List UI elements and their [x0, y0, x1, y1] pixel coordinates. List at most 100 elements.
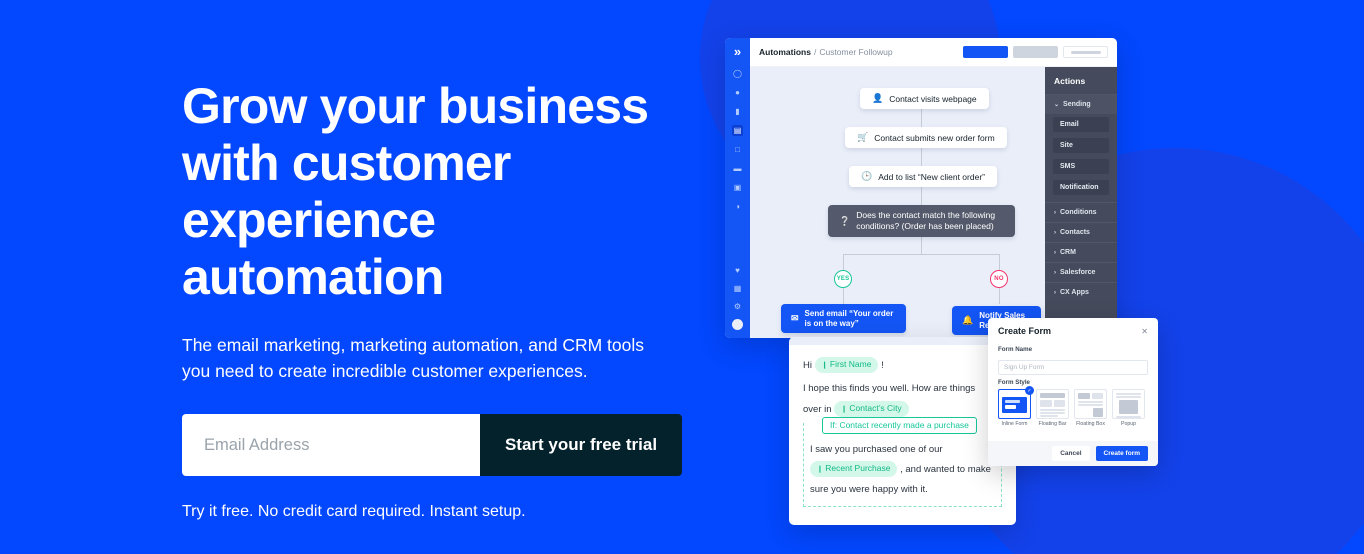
- app-main: Automations / Customer Followup 👤 Contac…: [750, 38, 1117, 338]
- style-label: Popup: [1120, 421, 1136, 427]
- conditional-content-block: If: Contact recently made a purchase I s…: [803, 417, 1002, 507]
- actions-item-site[interactable]: Site: [1053, 138, 1109, 153]
- automation-app-window: » ◯ ● ▮ ▤ □ ▬ ▣ ◑ ♥ ▦ ⚙ Automations / Cu…: [725, 38, 1117, 338]
- actions-item-email[interactable]: Email: [1053, 117, 1109, 132]
- breadcrumb-separator: /: [813, 47, 817, 57]
- actions-group-sending[interactable]: ⌄ Sending: [1045, 94, 1117, 114]
- actions-group-cx-apps[interactable]: › CX Apps: [1045, 282, 1117, 302]
- branch-badge-no: NO: [990, 270, 1008, 288]
- hero-subheadline: The email marketing, marketing automatio…: [182, 335, 645, 381]
- flow-node-label: Does the contact match the following con…: [856, 210, 996, 231]
- actions-group-label: CRM: [1060, 249, 1076, 256]
- breadcrumb-root[interactable]: Automations: [759, 47, 811, 57]
- form-style-label: Form Style: [998, 379, 1030, 386]
- conversations-icon[interactable]: ▬: [732, 163, 743, 174]
- flow-connector: [921, 148, 922, 166]
- flow-node-label: Contact submits new order form: [874, 132, 995, 143]
- modal-body: Form Name Form Style ✓ Inline Form: [988, 340, 1158, 441]
- chevron-right-icon: ›: [1054, 249, 1056, 256]
- heart-icon[interactable]: ♥: [732, 265, 743, 276]
- gear-icon[interactable]: ⚙: [732, 301, 743, 312]
- flow-connector: [921, 237, 922, 254]
- create-form-button[interactable]: Create form: [1095, 446, 1148, 461]
- style-label: Floating Bar: [1038, 421, 1067, 427]
- form-name-input[interactable]: [998, 360, 1148, 375]
- token-label: First Name: [829, 359, 872, 370]
- avatar[interactable]: [732, 319, 743, 330]
- clock-icon: 🕒: [861, 171, 873, 181]
- form-style-inline-form[interactable]: ✓ Inline Form: [998, 386, 1034, 427]
- actions-group-crm[interactable]: › CRM: [1045, 242, 1117, 262]
- branch-badge-yes: YES: [834, 270, 852, 288]
- create-form-modal: Create Form ✕ Form Name Form Style ✓ Inl…: [988, 318, 1158, 466]
- conditional-content-body: I saw you purchased one of our ❙ Recent …: [810, 440, 995, 500]
- actions-panel: Actions ⌄ Sending Email Site SMS Notific…: [1045, 67, 1117, 338]
- personalization-token-recent-purchase[interactable]: ❙ Recent Purchase: [810, 461, 898, 478]
- inline-form-thumbnail: ✓: [998, 386, 1034, 419]
- email-line-2-prefix: over in: [803, 404, 832, 415]
- personalization-token-first-name[interactable]: ❙ First Name: [814, 357, 879, 374]
- rail-bottom-group: ♥ ▦ ⚙: [725, 265, 750, 330]
- form-style-popup[interactable]: Popup: [1112, 389, 1145, 427]
- flow-node-condition[interactable]: ❔ Does the contact match the following c…: [828, 205, 1015, 237]
- brand-logo-icon[interactable]: »: [734, 45, 741, 59]
- email-greeting-line: Hi ❙ First Name !: [803, 355, 1002, 376]
- flow-node-send-email[interactable]: ✉ Send email “Your order is on the way”: [781, 304, 906, 333]
- flow-connector: [921, 109, 922, 127]
- cancel-button[interactable]: Cancel: [1052, 446, 1090, 461]
- actions-item-sms[interactable]: SMS: [1053, 159, 1109, 174]
- chevron-right-icon: ›: [1054, 229, 1056, 236]
- close-icon[interactable]: ✕: [1141, 327, 1148, 336]
- personalization-token-city[interactable]: ❙ Contact’s City: [834, 401, 909, 418]
- flow-connector: [843, 254, 844, 270]
- question-icon: ❔: [839, 215, 851, 226]
- chevron-down-icon: ⌄: [1054, 102, 1060, 108]
- start-free-trial-button[interactable]: Start your free trial: [480, 414, 682, 476]
- cond-line-3: sure you were happy with it.: [810, 484, 928, 495]
- apps-icon[interactable]: ▦: [732, 283, 743, 294]
- actions-group-contacts[interactable]: › Contacts: [1045, 222, 1117, 242]
- secondary-button[interactable]: [1013, 46, 1058, 58]
- actions-group-salesforce[interactable]: › Salesforce: [1045, 262, 1117, 282]
- email-body[interactable]: Hi ❙ First Name ! I hope this finds you …: [789, 345, 1016, 517]
- deals-icon[interactable]: ▣: [732, 182, 743, 193]
- trial-footnote: Try it free. No credit card required. In…: [182, 503, 526, 520]
- campaigns-icon[interactable]: □: [732, 144, 743, 155]
- form-name-label: Form Name: [998, 346, 1033, 353]
- automations-icon[interactable]: ▤: [732, 125, 743, 136]
- app-sidebar-rail: » ◯ ● ▮ ▤ □ ▬ ▣ ◑ ♥ ▦ ⚙: [725, 38, 750, 338]
- cart-icon: 🛒: [857, 132, 869, 142]
- actions-item-notification[interactable]: Notification: [1053, 180, 1109, 195]
- email-greeting-prefix: Hi: [803, 360, 812, 371]
- form-style-floating-bar[interactable]: Floating Bar: [1036, 389, 1069, 427]
- chevron-right-icon: ›: [1054, 289, 1056, 296]
- hero-section: Grow your business with customer experie…: [182, 78, 702, 521]
- token-label: Recent Purchase: [825, 463, 891, 474]
- breadcrumb: Automations / Customer Followup: [750, 38, 1117, 67]
- modal-footer: Cancel Create form: [988, 441, 1158, 466]
- popup-thumbnail: [1112, 389, 1145, 419]
- page-title: Grow your business with customer experie…: [182, 78, 649, 305]
- chevron-right-icon: ›: [1054, 209, 1056, 216]
- form-style-floating-box[interactable]: Floating Box: [1074, 389, 1107, 427]
- tertiary-button[interactable]: [1063, 46, 1108, 58]
- person-icon: 👤: [872, 93, 884, 103]
- flow-connector: [999, 288, 1000, 304]
- search-icon[interactable]: ◯: [732, 68, 743, 79]
- flow-node-add-to-list[interactable]: 🕒 Add to list “New client order”: [849, 166, 997, 187]
- email-composer-card: Hi ❙ First Name ! I hope this finds you …: [789, 337, 1016, 525]
- cond-line-2: ❙ Recent Purchase , and wanted to make: [810, 460, 995, 480]
- flow-connector: [999, 254, 1000, 270]
- token-label: Contact’s City: [849, 403, 902, 414]
- contacts-icon[interactable]: ●: [732, 87, 743, 98]
- actions-group-label: Contacts: [1060, 229, 1090, 236]
- primary-button[interactable]: [963, 46, 1008, 58]
- conditional-content-label[interactable]: If: Contact recently made a purchase: [822, 417, 977, 434]
- email-input[interactable]: [182, 414, 480, 476]
- email-icon[interactable]: ▮: [732, 106, 743, 117]
- automation-canvas[interactable]: 👤 Contact visits webpage 🛒 Contact submi…: [750, 67, 1045, 338]
- reports-icon[interactable]: ◑: [732, 201, 743, 212]
- flow-node-order-form[interactable]: 🛒 Contact submits new order form: [845, 127, 1007, 148]
- actions-group-conditions[interactable]: › Conditions: [1045, 202, 1117, 222]
- flow-node-trigger[interactable]: 👤 Contact visits webpage: [860, 88, 989, 109]
